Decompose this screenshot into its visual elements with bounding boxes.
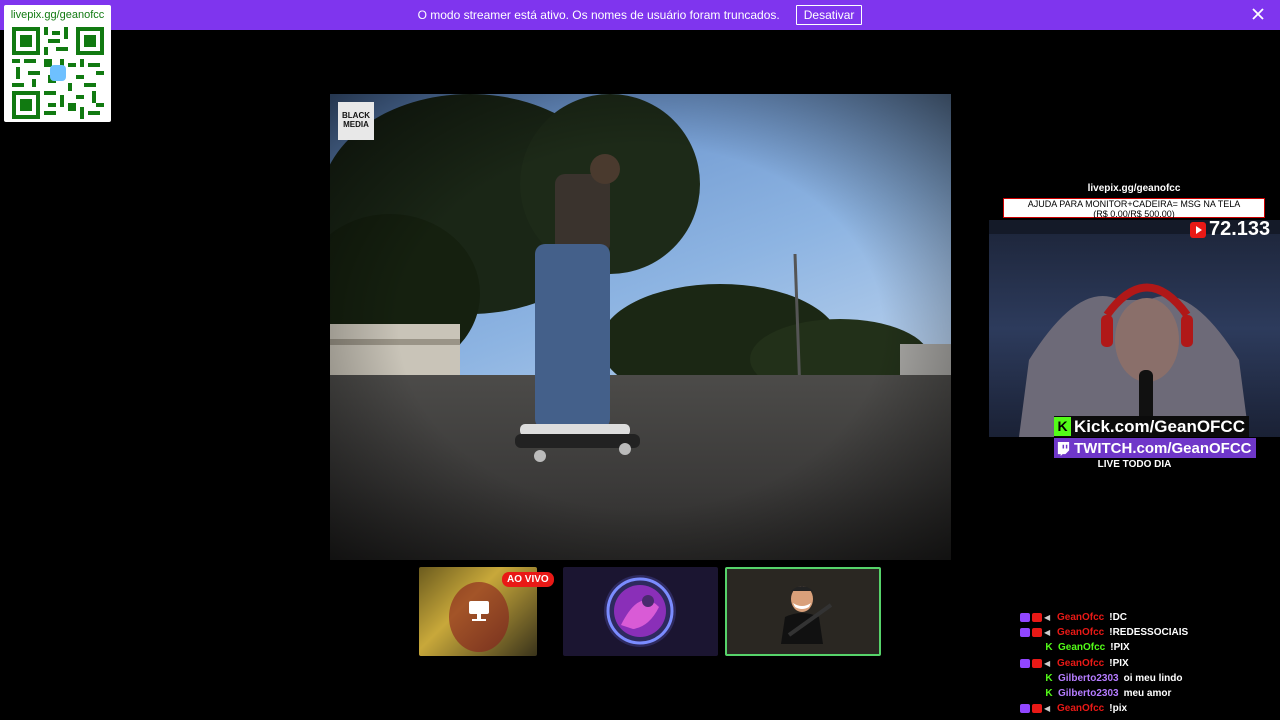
viewer-count-value: 72.133 [1209, 218, 1271, 240]
platform-icons: K [1044, 672, 1054, 684]
streamer-mode-banner: O modo streamer está ativo. Os nomes de … [0, 0, 1280, 30]
donation-goal-box: AJUDA PARA MONITOR+CADEIRA= MSG NA TELA … [1003, 198, 1265, 219]
disable-streamer-mode-button[interactable]: Desativar [795, 5, 863, 25]
platform-icons: ◀ [1020, 658, 1053, 668]
streamer-mode-message: O modo streamer está ativo. Os nomes de … [417, 8, 780, 22]
chat-message: ◀ GeanOfcc !pix [1020, 701, 1260, 716]
twitch-link-banner: TWITCH.com/GeanOFCC [1054, 438, 1256, 458]
live-badge: AO VIVO [502, 572, 554, 587]
platform-icons: K [1044, 688, 1054, 700]
qr-label: livepix.gg/geanofcc [10, 9, 105, 21]
platform-icons: ◀ [1020, 613, 1053, 623]
speaker-icon: ◀ [1044, 704, 1051, 714]
main-video-player[interactable]: BLACK MEDIA [330, 94, 951, 560]
youtube-icon [1032, 613, 1042, 623]
speaker-icon: ◀ [1044, 613, 1051, 623]
chat-message: ◀ GeanOfcc !PIX [1020, 656, 1260, 671]
chat-username: GeanOfcc [1057, 627, 1105, 639]
kick-icon: K [1045, 642, 1053, 654]
chat-message: ◀ GeanOfcc !REDESSOCIAIS [1020, 625, 1260, 640]
kick-icon: K [1045, 672, 1053, 684]
twitch-icon [1020, 704, 1030, 714]
chat-message: ◀ GeanOfcc !DC [1020, 610, 1260, 625]
viewer-count: 72.133 [1190, 218, 1270, 241]
webcam-person [989, 220, 1280, 437]
overlay-site-label: livepix.gg/geanofcc [1087, 183, 1181, 194]
live-schedule-text: LIVE TODO DIA [1097, 459, 1172, 470]
chat-message-text: !PIX [1110, 642, 1130, 654]
kick-link-text: Kick.com/GeanOFCC [1074, 416, 1245, 436]
video-vignette [330, 94, 951, 560]
close-icon[interactable] [1250, 6, 1266, 22]
chat-username: GeanOfcc [1058, 642, 1106, 654]
twitch-icon [1020, 658, 1030, 668]
twitch-icon [1020, 628, 1030, 638]
qr-code-icon [11, 27, 104, 119]
chat-message-text: meu amor [1123, 688, 1172, 700]
chat-message-text: !DC [1109, 612, 1128, 624]
chat-username: GeanOfcc [1057, 657, 1105, 669]
youtube-icon [1032, 628, 1042, 638]
speaker-icon: ◀ [1044, 628, 1051, 638]
avatar-icon [604, 575, 676, 647]
twitch-logo-icon [1057, 441, 1070, 456]
chat-message: K GeanOfcc !PIX [1020, 640, 1260, 655]
chat-username: GeanOfcc [1057, 703, 1105, 715]
chat-message-text: !pix [1109, 703, 1128, 715]
kick-logo-icon: K [1054, 417, 1071, 436]
chat-message: K Gilberto2303 meu amor [1020, 686, 1260, 701]
chat-overlay: ◀ GeanOfcc !DC ◀ GeanOfcc !REDESSOCIAIS K GeanO… [1020, 610, 1260, 716]
stream-thumbnail-2[interactable] [563, 567, 718, 656]
stream-page: O modo streamer está ativo. Os nomes de … [0, 0, 1280, 720]
chat-username: Gilberto2303 [1058, 672, 1119, 684]
platform-icons: ◀ [1020, 704, 1053, 714]
chat-message-text: !REDESSOCIAIS [1109, 627, 1189, 639]
streamer-avatar-icon [781, 586, 833, 644]
chat-message-text: oi meu lindo [1123, 672, 1183, 684]
youtube-play-icon [1190, 221, 1206, 238]
platform-icons: K [1044, 642, 1054, 654]
speaker-icon: ◀ [1044, 658, 1051, 668]
chat-username: Gilberto2303 [1058, 688, 1119, 700]
kick-icon: K [1045, 688, 1053, 700]
kick-link-banner: K Kick.com/GeanOFCC [1054, 416, 1249, 437]
livepix-qr-card: livepix.gg/geanofcc [4, 5, 111, 122]
stream-thumbnail-3-selected[interactable] [725, 567, 881, 656]
youtube-icon [1032, 704, 1042, 714]
twitch-link-text: TWITCH.com/GeanOFCC [1074, 439, 1252, 457]
youtube-icon [1032, 658, 1042, 668]
donation-goal-title: AJUDA PARA MONITOR+CADEIRA= MSG NA TELA [1027, 199, 1241, 209]
webcam-feed [989, 220, 1280, 437]
video-watermark-logo: BLACK MEDIA [338, 102, 374, 140]
platform-icons: ◀ [1020, 628, 1053, 638]
twitch-icon [1020, 613, 1030, 623]
chat-username: GeanOfcc [1057, 612, 1105, 624]
chat-message: K Gilberto2303 oi meu lindo [1020, 671, 1260, 686]
chat-message-text: !PIX [1109, 657, 1129, 669]
